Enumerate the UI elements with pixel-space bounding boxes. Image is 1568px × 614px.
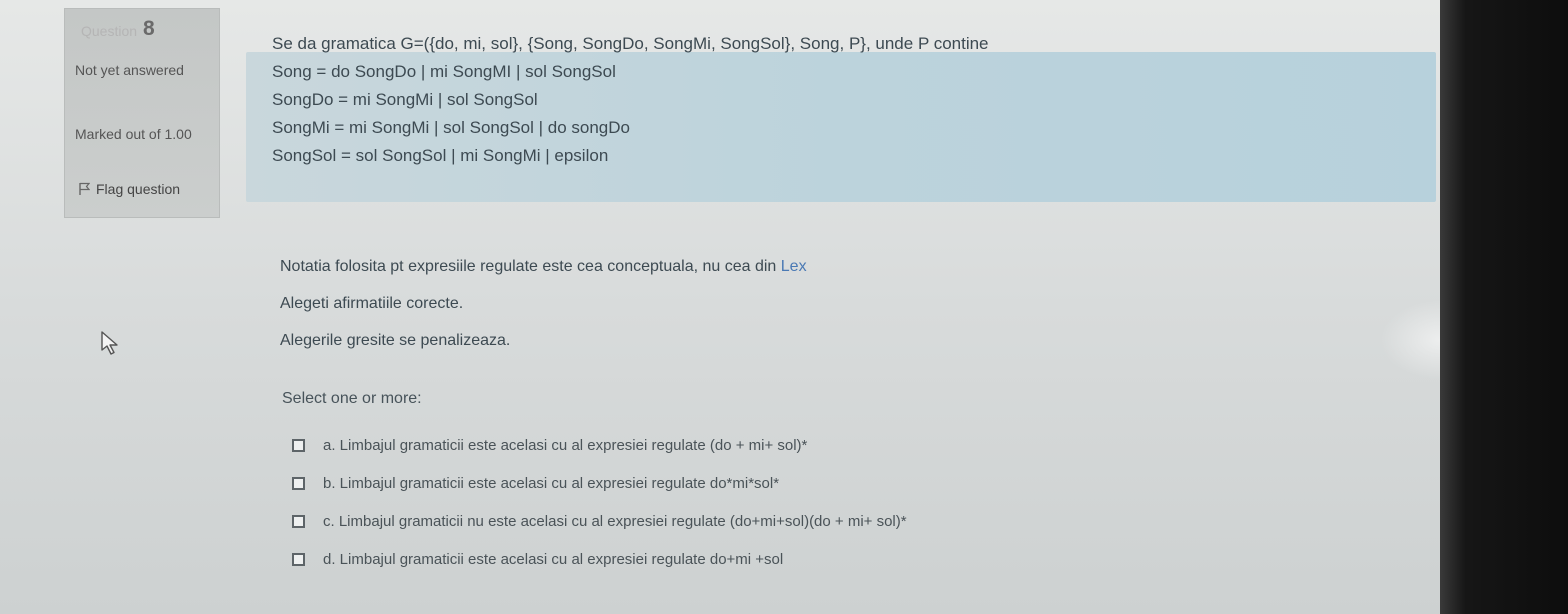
- answer-prompt: Select one or more:: [282, 390, 422, 407]
- monitor-bezel: [1440, 0, 1568, 614]
- answer-option-a[interactable]: a. Limbajul gramaticii este acelasi cu a…: [292, 426, 907, 464]
- notation-note-text: Notatia folosita pt expresiile regulate …: [280, 258, 777, 275]
- question-info-panel: Question 8 Not yet answered Marked out o…: [64, 8, 220, 218]
- answer-options: a. Limbajul gramaticii este acelasi cu a…: [292, 426, 907, 578]
- checkbox-a[interactable]: [292, 438, 305, 452]
- flag-question-label: Flag question: [96, 181, 181, 197]
- grammar-definition: Se da gramatica G=({do, mi, sol}, {Song,…: [272, 30, 989, 170]
- answer-option-c[interactable]: c. Limbajul gramaticii nu este acelasi c…: [292, 502, 907, 540]
- flag-question-button[interactable]: Flag question: [79, 181, 180, 197]
- notation-note: Notatia folosita pt expresiile regulate …: [280, 248, 807, 285]
- answer-option-d[interactable]: d. Limbajul gramaticii este acelasi cu a…: [292, 540, 907, 578]
- production-songmi: SongMi = mi SongMi | sol SongSol | do so…: [272, 118, 630, 137]
- mouse-cursor-icon: [101, 331, 118, 355]
- answer-option-c-label: c. Limbajul gramaticii nu este acelasi c…: [323, 512, 907, 530]
- question-state: Not yet answered: [75, 62, 184, 78]
- production-song: Song = do SongDo | mi SongMI | sol SongS…: [272, 62, 616, 81]
- instruction-text: Alegeti afirmatiile corecte.: [280, 295, 464, 312]
- answer-option-a-label: a. Limbajul gramaticii este acelasi cu a…: [323, 436, 808, 454]
- question-number: 8: [143, 17, 155, 40]
- penalty-text: Alegerile gresite se penalizeaza.: [280, 332, 511, 349]
- checkbox-d[interactable]: [292, 552, 305, 566]
- question-notes: Notatia folosita pt expresiile regulate …: [280, 248, 807, 359]
- checkbox-c[interactable]: [292, 514, 305, 528]
- answer-option-d-label: d. Limbajul gramaticii este acelasi cu a…: [323, 550, 784, 568]
- screen: Question 8 Not yet answered Marked out o…: [0, 0, 1506, 614]
- grammar-intro: Se da gramatica G=({do, mi, sol}, {Song,…: [272, 34, 989, 53]
- answer-option-b[interactable]: b. Limbajul gramaticii este acelasi cu a…: [292, 464, 907, 502]
- production-songdo: SongDo = mi SongMi | sol SongSol: [272, 90, 538, 109]
- flag-icon: [79, 182, 90, 195]
- question-label: Question: [81, 23, 138, 39]
- question-grade: Marked out of 1.00: [75, 126, 192, 142]
- lex-link[interactable]: Lex: [781, 258, 807, 275]
- production-songsol: SongSol = sol SongSol | mi SongMi | epsi…: [272, 146, 609, 165]
- answer-option-b-label: b. Limbajul gramaticii este acelasi cu a…: [323, 474, 780, 492]
- checkbox-b[interactable]: [292, 476, 305, 490]
